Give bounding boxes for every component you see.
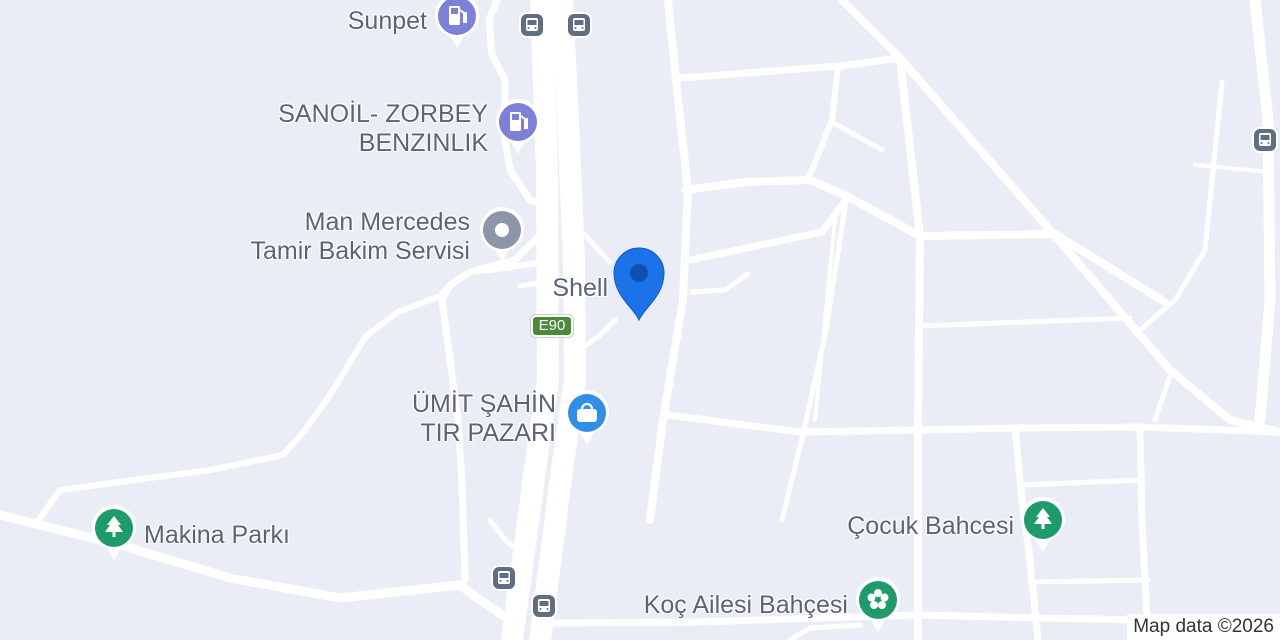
tree-icon[interactable] bbox=[1018, 496, 1068, 554]
place-label-umit-sahin[interactable]: ÜMİT ŞAHİN TIR PAZARI bbox=[412, 390, 556, 448]
bus-icon[interactable] bbox=[530, 592, 558, 620]
location-pin-icon[interactable] bbox=[612, 246, 666, 322]
place-label-line: Man Mercedes bbox=[304, 208, 470, 236]
bus-icon[interactable] bbox=[1251, 126, 1279, 154]
place-label-makina-parki[interactable]: Makina Parkı bbox=[144, 521, 290, 550]
fuel-icon[interactable] bbox=[432, 0, 482, 50]
bus-icon[interactable] bbox=[565, 11, 593, 39]
place-label-koc-ailesi[interactable]: Koç Ailesi Bahçesi bbox=[644, 591, 848, 620]
place-label-line: ÜMİT ŞAHİN bbox=[412, 390, 556, 418]
fuel-icon[interactable] bbox=[493, 98, 543, 156]
place-label-sunpet[interactable]: Sunpet bbox=[348, 7, 427, 36]
generic-place-icon[interactable] bbox=[477, 206, 527, 264]
tree-icon[interactable] bbox=[89, 504, 139, 562]
place-label-line: BENZINLIK bbox=[358, 129, 488, 157]
map-attribution: Map data ©2026 bbox=[1127, 614, 1280, 640]
bus-icon[interactable] bbox=[490, 564, 518, 592]
flower-icon[interactable] bbox=[853, 576, 903, 634]
place-label-cocuk-bahcesi[interactable]: Çocuk Bahcesi bbox=[847, 512, 1014, 541]
place-label-line: Tamir Bakim Servisi bbox=[250, 237, 470, 265]
road-shield: E90 bbox=[530, 314, 574, 338]
place-label-line: SANOİL- ZORBEY bbox=[278, 100, 488, 128]
place-label-man-mercedes[interactable]: Man Mercedes Tamir Bakim Servisi bbox=[251, 208, 470, 266]
bus-icon[interactable] bbox=[518, 11, 546, 39]
shopping-bag-icon[interactable] bbox=[562, 389, 612, 447]
map-canvas[interactable]: Sunpet SANOİL- ZORBEY BENZINLIK Man Merc… bbox=[0, 0, 1280, 640]
place-label-sanoil[interactable]: SANOİL- ZORBEY BENZINLIK bbox=[278, 100, 488, 158]
road-shield-label: E90 bbox=[538, 317, 566, 334]
place-label-line: TIR PAZARI bbox=[420, 419, 556, 447]
place-label-shell[interactable]: Shell bbox=[552, 274, 608, 303]
